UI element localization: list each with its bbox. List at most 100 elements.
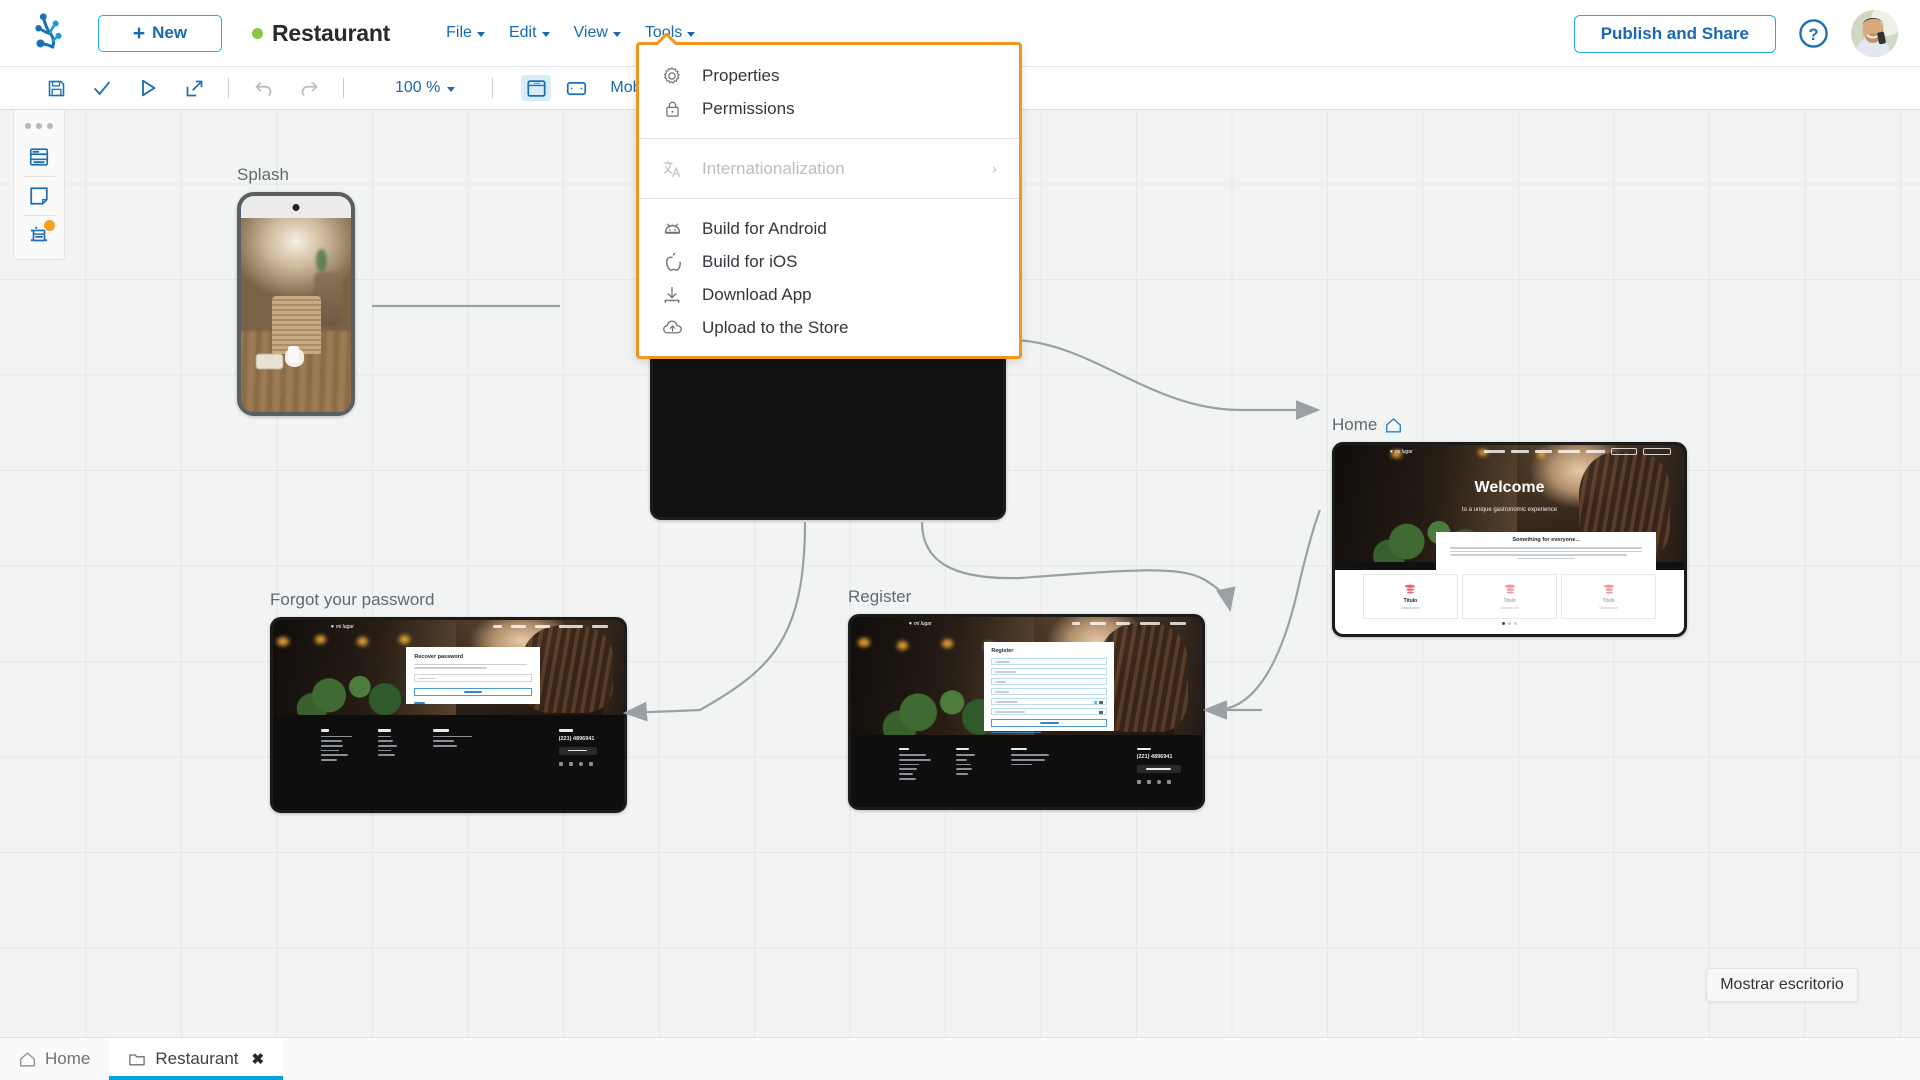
bokeh-light <box>276 637 289 647</box>
home-nav-link[interactable] <box>1586 450 1605 453</box>
recover-submit-button[interactable] <box>414 687 532 696</box>
desktop-frame-home[interactable]: ♥ mi lugar Welcome to a unique gastronom… <box>1332 442 1687 637</box>
home-nav-signup-button[interactable] <box>1643 448 1671 455</box>
left-tool-panel[interactable] <box>13 110 65 260</box>
view-tablet-button[interactable] <box>561 75 591 101</box>
canvas-node-register[interactable]: Register ♥ mi lugar Register (221) 48969… <box>848 587 1205 810</box>
bottom-tab-home[interactable]: Home <box>0 1038 109 1080</box>
forgot-nav-link[interactable] <box>559 625 583 628</box>
home-tile[interactable]: Titulo Descripcion <box>1561 573 1657 619</box>
home-brand-logo[interactable]: ♥ mi lugar <box>1390 449 1413 455</box>
avatar[interactable] <box>1851 10 1898 57</box>
forgot-nav-link[interactable] <box>511 625 526 628</box>
new-button[interactable]: + New <box>98 14 222 52</box>
register-submit-button[interactable] <box>991 718 1108 727</box>
menu-item-build-for-ios[interactable]: Build for iOS <box>639 245 1019 278</box>
home-nav-login-button[interactable] <box>1611 448 1637 455</box>
page-title: Restaurant <box>272 19 391 46</box>
plus-icon: + <box>132 21 146 45</box>
register-nav-link[interactable] <box>1140 622 1160 625</box>
footer-contact-column: (221) 4896941 <box>1136 747 1202 785</box>
connector-login-to-home <box>1009 338 1321 420</box>
drag-dots-icon[interactable] <box>25 123 53 129</box>
forgot-nav-link[interactable] <box>592 625 608 628</box>
menu-item-build-for-android[interactable]: Build for Android <box>639 212 1019 245</box>
register-field-password[interactable] <box>991 697 1108 705</box>
twitter-icon <box>558 761 563 766</box>
sidebar-item-layers[interactable] <box>13 138 65 176</box>
footer-book-button[interactable] <box>1136 765 1181 774</box>
sidebar-item-pages[interactable] <box>13 177 65 215</box>
register-nav-link[interactable] <box>1090 622 1106 625</box>
question-circle-icon[interactable]: ? <box>1798 18 1829 49</box>
footer-social-icons[interactable] <box>558 761 624 766</box>
home-tile-subtitle: Descripcion <box>1599 606 1618 611</box>
redo-button[interactable] <box>286 67 332 110</box>
home-nav-link[interactable] <box>1484 450 1505 453</box>
menu-edit[interactable]: Edit <box>497 15 562 51</box>
phone-frame-splash[interactable] <box>237 192 355 416</box>
footer-column <box>433 729 486 766</box>
tools-dropdown-menu[interactable]: Properties Permissions Internationalizat… <box>636 42 1022 359</box>
recover-back-link[interactable] <box>414 701 425 704</box>
eye-icon <box>1099 710 1104 714</box>
menu-item-permissions[interactable]: Permissions <box>639 92 1019 125</box>
chevron-down-icon <box>687 31 696 37</box>
desktop-frame-forgot-password[interactable]: ♥ mi lugar Recover password (221) 489694… <box>270 617 627 813</box>
canvas-node-forgot-password[interactable]: Forgot your password ♥ mi lugar Recover … <box>270 590 627 813</box>
save-button[interactable] <box>33 67 79 110</box>
bottom-tab-bar[interactable]: Home Restaurant ✖ <box>0 1037 1920 1080</box>
close-icon[interactable]: ✖ <box>252 1050 265 1068</box>
home-info-card: Something for everyone... <box>1436 531 1657 570</box>
register-field-dni[interactable] <box>991 677 1108 685</box>
app-logo[interactable] <box>0 12 98 54</box>
home-tile-row: Titulo Descripcion Titulo Descripcion Ti… <box>1362 573 1657 619</box>
menu-item-upload-to-the-store[interactable]: Upload to the Store <box>639 311 1019 344</box>
menu-view[interactable]: View <box>562 15 633 51</box>
register-field-lastname[interactable] <box>991 667 1108 675</box>
bottom-tab-restaurant[interactable]: Restaurant ✖ <box>109 1038 284 1080</box>
home-nav-link[interactable] <box>1535 450 1552 453</box>
zoom-level-value: 100 % <box>395 79 441 96</box>
publish-and-share-button[interactable]: Publish and Share <box>1573 14 1776 53</box>
menu-edit-label: Edit <box>508 24 537 41</box>
register-field-email[interactable] <box>991 687 1108 695</box>
bowl-icon <box>1504 584 1515 594</box>
toolbar-divider <box>228 78 229 98</box>
canvas-node-splash[interactable]: Splash <box>237 165 355 416</box>
forgot-site-nav[interactable]: ♥ mi lugar <box>273 620 624 633</box>
desktop-frame-register[interactable]: ♥ mi lugar Register (221) 4896941 <box>848 614 1205 810</box>
run-button[interactable] <box>125 67 171 110</box>
menu-file[interactable]: File <box>434 15 497 51</box>
register-brand-logo[interactable]: ♥ mi lugar <box>909 621 932 627</box>
menu-item-properties[interactable]: Properties <box>639 59 1019 92</box>
register-field-repeat-password[interactable] <box>991 707 1108 715</box>
footer-book-button[interactable] <box>558 746 597 755</box>
zoom-level-selector[interactable]: 100 % <box>385 79 465 97</box>
menu-item-download-app[interactable]: Download App <box>639 278 1019 311</box>
canvas-node-home[interactable]: Home ♥ mi lugar Welcome to a unique gast… <box>1332 415 1687 637</box>
footer-social-icons[interactable] <box>1136 780 1202 785</box>
register-site-nav[interactable]: ♥ mi lugar <box>851 617 1202 630</box>
register-nav-link[interactable] <box>1170 622 1186 625</box>
forgot-nav-link[interactable] <box>493 625 502 628</box>
home-site-nav[interactable]: ♥ mi lugar <box>1335 445 1684 458</box>
home-carousel-dots[interactable] <box>1335 621 1684 625</box>
undo-button[interactable] <box>240 67 286 110</box>
sidebar-item-components[interactable] <box>13 216 65 254</box>
home-nav-link[interactable] <box>1511 450 1529 453</box>
forgot-nav-link[interactable] <box>535 625 550 628</box>
validate-button[interactable] <box>79 67 125 110</box>
home-nav-link[interactable] <box>1558 450 1580 453</box>
home-tile[interactable]: Titulo Descripcion <box>1461 573 1558 619</box>
register-field-name[interactable] <box>991 657 1108 665</box>
view-desktop-button[interactable] <box>521 75 552 101</box>
bottom-tab-restaurant-label: Restaurant <box>155 1049 239 1068</box>
recover-email-input[interactable] <box>414 673 532 682</box>
register-nav-link[interactable] <box>1072 622 1080 625</box>
forgot-brand-logo[interactable]: ♥ mi lugar <box>331 624 354 630</box>
register-nav-link[interactable] <box>1116 622 1130 625</box>
open-external-button[interactable] <box>171 67 217 110</box>
node-label-register: Register <box>848 587 912 606</box>
home-tile[interactable]: Titulo Descripcion <box>1362 573 1458 619</box>
